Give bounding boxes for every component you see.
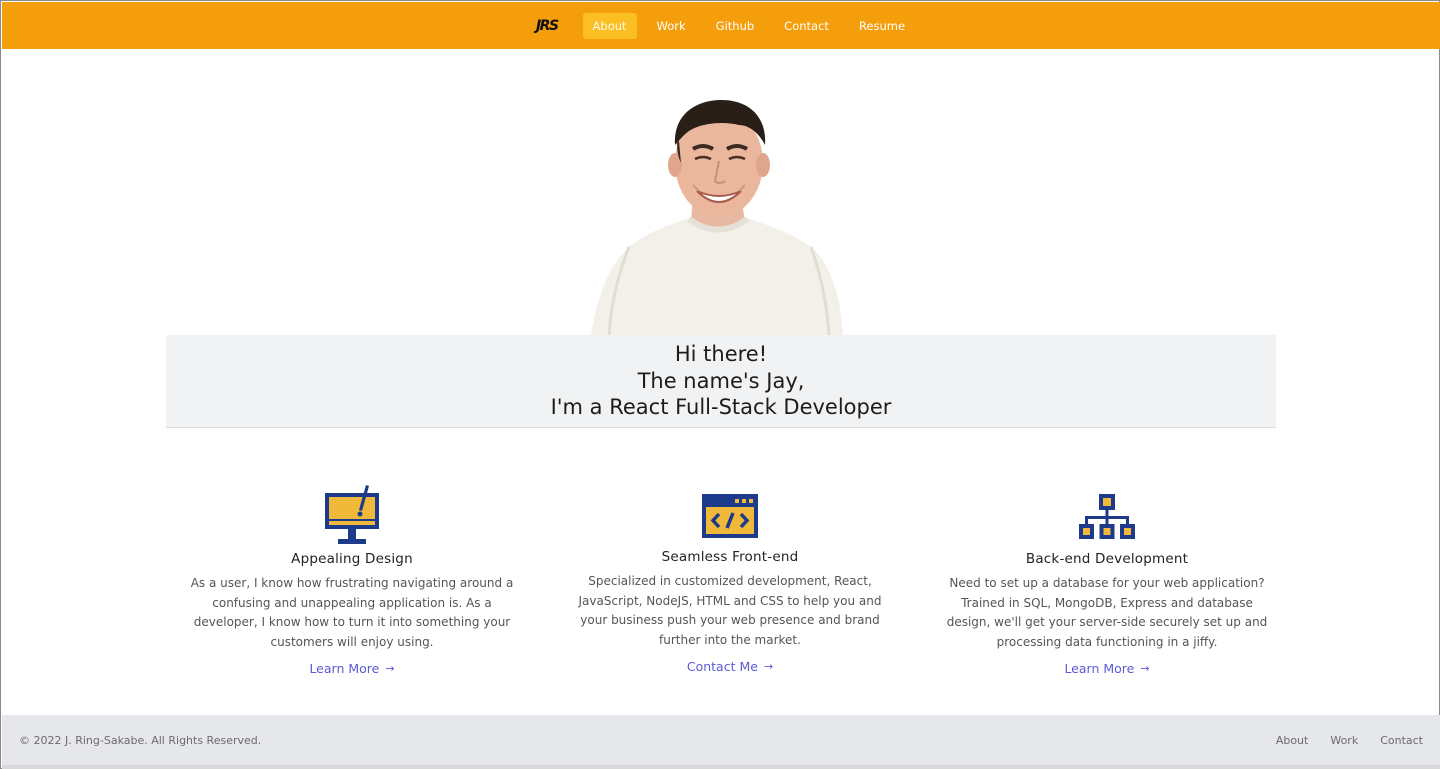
learn-more-link[interactable]: Learn More →: [1064, 661, 1149, 676]
footer-link-about[interactable]: About: [1276, 734, 1309, 747]
nav-link-resume[interactable]: Resume: [849, 13, 915, 39]
code-window-icon: [702, 494, 758, 538]
copyright-text: © 2022 J. Ring-Sakabe. All Rights Reserv…: [19, 733, 262, 747]
nav-link-about[interactable]: About: [582, 12, 637, 39]
nav-link-work[interactable]: Work: [647, 13, 696, 39]
hero-line-3: I'm a React Full-Stack Developer: [550, 395, 892, 419]
footer-link-work[interactable]: Work: [1330, 734, 1358, 747]
feature-description: Need to set up a database for your web a…: [946, 576, 1268, 649]
page-frame: JRS About Work Github Contact Resume Hi …: [0, 0, 1440, 769]
feature-backend-development: Back-end Development Need to set up a da…: [926, 493, 1288, 677]
learn-more-link[interactable]: Learn More →: [309, 661, 394, 676]
feature-title: Back-end Development: [1025, 551, 1189, 567]
hero-greeting: Hi there! The name's Jay, I'm a React Fu…: [166, 335, 1276, 428]
feature-appealing-design: Appealing Design As a user, I know how f…: [171, 485, 533, 677]
arrow-right-icon: →: [763, 660, 774, 673]
top-navbar: JRS About Work Github Contact Resume: [2, 2, 1440, 49]
site-logo[interactable]: JRS: [536, 18, 559, 34]
sitemap-network-icon: [1079, 494, 1135, 539]
feature-seamless-frontend: Seamless Front-end Specialized in custom…: [549, 493, 911, 675]
nav-link-contact[interactable]: Contact: [774, 13, 839, 39]
nav-inner: JRS About Work Github Contact Resume: [536, 12, 920, 39]
feature-description: As a user, I know how frustrating naviga…: [190, 576, 514, 649]
nav-link-github[interactable]: Github: [706, 13, 765, 39]
arrow-right-icon: →: [385, 662, 395, 675]
site-footer: © 2022 J. Ring-Sakabe. All Rights Reserv…: [2, 715, 1440, 765]
feature-description: Specialized in customized development, R…: [578, 574, 882, 647]
bottom-divider: [2, 765, 1440, 769]
hero-line-2: The name's Jay,: [637, 368, 805, 393]
footer-link-contact[interactable]: Contact: [1380, 734, 1423, 747]
contact-me-link[interactable]: Contact Me →: [687, 659, 773, 674]
feature-title: Appealing Design: [291, 551, 413, 567]
feature-title: Seamless Front-end: [661, 549, 799, 565]
profile-photo: [589, 97, 845, 335]
arrow-right-icon: →: [1140, 662, 1150, 675]
monitor-design-icon: [325, 485, 379, 544]
footer-nav: About Work Contact: [1276, 734, 1423, 747]
hero-line-1: Hi there!: [674, 342, 768, 366]
